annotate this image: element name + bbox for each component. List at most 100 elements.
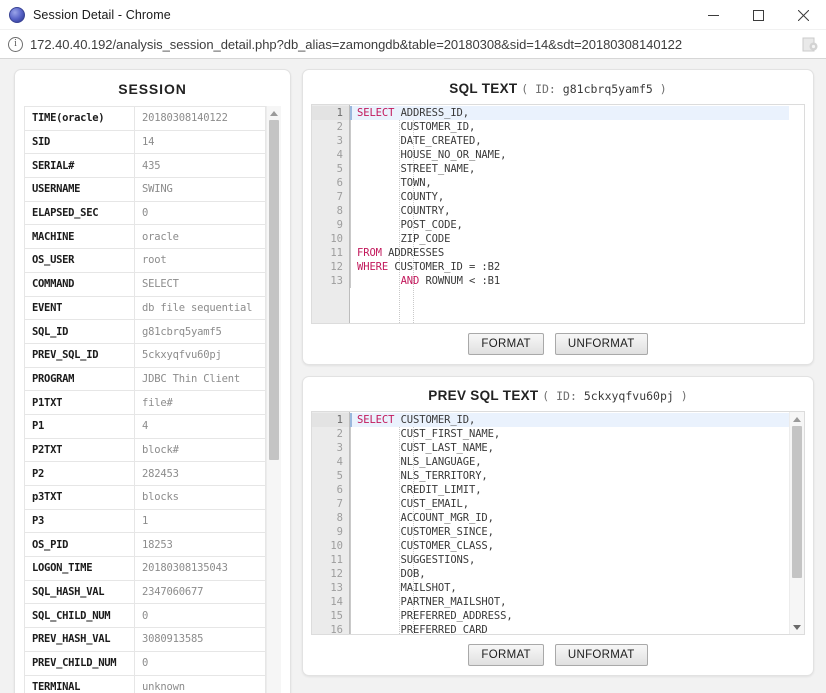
session-row: PREV_CHILD_NUM 0 (24, 650, 266, 676)
prev-scroll-up-icon[interactable] (790, 412, 804, 426)
code-line[interactable]: COUNTY, (350, 190, 789, 204)
code-line[interactable]: CUST_LAST_NAME, (350, 441, 789, 455)
code-line[interactable]: CUST_FIRST_NAME, (350, 427, 789, 441)
sql-text-id-label: ( ID: (521, 82, 556, 96)
minimize-icon[interactable] (691, 0, 736, 30)
session-row-key: ELAPSED_SEC (24, 200, 135, 226)
prev-scroll-down-icon[interactable] (790, 620, 804, 634)
session-row-key: p3TXT (24, 485, 135, 510)
code-line[interactable]: WHERE CUSTOMER_ID = :B2 (350, 260, 789, 274)
session-row-key: COMMAND (24, 271, 135, 297)
window-controls (691, 0, 826, 30)
session-row: ELAPSED_SEC 0 (24, 200, 266, 226)
session-scrollbar[interactable] (266, 106, 281, 693)
session-panel: SESSION TIME(oracle) 20180308140122 SID 14 S… (14, 69, 291, 693)
session-row-key: SQL_ID (24, 319, 135, 344)
session-row-key: P3 (24, 508, 135, 534)
session-row: OS_PID 18253 (24, 532, 266, 558)
line-number: 2 (336, 121, 343, 133)
scroll-up-icon[interactable] (267, 106, 281, 120)
prev-sql-text-code-area[interactable]: 1234567891011121314151617 SELECT CUSTOME… (312, 412, 789, 634)
session-row: SQL_HASH_VAL 2347060677 (24, 579, 266, 605)
session-row-value: 435 (134, 153, 266, 179)
code-line[interactable]: DOB, (350, 567, 789, 581)
session-scroll-thumb[interactable] (269, 120, 279, 460)
prev-sql-text-editor[interactable]: 1234567891011121314151617 SELECT CUSTOME… (311, 411, 805, 635)
code-line[interactable]: SELECT ADDRESS_ID, (350, 106, 789, 120)
sql-text-panel: SQL TEXT ( ID: g81cbrq5yamf5 ) 12 3 4 5 6 7 8 9… (302, 69, 814, 365)
session-row-key: USERNAME (24, 177, 135, 202)
session-row: P2 282453 (24, 461, 266, 486)
code-line[interactable]: HOUSE_NO_OR_NAME, (350, 148, 789, 162)
prev-scroll-track[interactable] (790, 426, 804, 620)
code-line[interactable]: POST_CODE, (350, 218, 789, 232)
session-row: P3 1 (24, 508, 266, 534)
code-line[interactable]: CREDIT_LIMIT, (350, 483, 789, 497)
sql-text-editor[interactable]: 1 2 3 4 5 6 7 8 9 10 11 12 13 SELECT ADDRESS_ID, CUS… (311, 104, 805, 324)
prev-sql-text-format-button[interactable]: FORMAT (468, 644, 544, 666)
code-line[interactable]: ACCOUNT_MGR_ID, (350, 511, 789, 525)
code-line[interactable]: ZIP_CODE (350, 232, 789, 246)
prev-sql-text-id-close: ) (680, 389, 688, 403)
code-line[interactable]: NLS_LANGUAGE, (350, 455, 789, 469)
sql-text-code-area[interactable]: 1 2 3 4 5 6 7 8 9 10 11 12 13 SELECT ADDRESS_ID, CUS… (312, 105, 789, 323)
line-number: 11 (330, 247, 343, 259)
code-line[interactable]: COUNTRY, (350, 204, 789, 218)
line-number: 10 (330, 540, 343, 552)
session-row: PROGRAM JDBC Thin Client (24, 366, 266, 392)
line-number: 1 (312, 413, 349, 427)
code-line[interactable]: AND ROWNUM < :B1 (350, 274, 789, 288)
prev-sql-text-unformat-button[interactable]: UNFORMAT (554, 644, 648, 666)
sql-text-format-button[interactable]: FORMAT (468, 333, 544, 355)
session-row-value: 20180308135043 (134, 556, 266, 581)
prev-scroll-thumb[interactable] (792, 426, 802, 578)
line-number: 5 (336, 470, 343, 482)
session-row-key: P1TXT (24, 390, 135, 415)
code-line[interactable]: TOWN, (350, 176, 789, 190)
code-line[interactable]: PREFERRED_CARD (350, 623, 789, 634)
url-text[interactable]: 172.40.40.192/analysis_session_detail.ph… (30, 37, 682, 52)
line-number: 5 (336, 163, 343, 175)
code-line[interactable]: PARTNER_MAILSHOT, (350, 595, 789, 609)
session-row-value: root (134, 248, 266, 273)
close-icon[interactable] (781, 0, 826, 30)
line-number: 3 (336, 135, 343, 147)
line-number: 7 (336, 498, 343, 510)
code-line[interactable]: STREET_NAME, (350, 162, 789, 176)
prev-sql-text-title-label: PREV SQL TEXT (428, 388, 539, 403)
session-scroll-track[interactable] (267, 120, 281, 693)
page-actions-icon[interactable] (801, 35, 820, 54)
prev-sql-text-scrollbar[interactable] (789, 412, 804, 634)
session-row-value: blocks (134, 485, 266, 510)
session-row: P1 4 (24, 413, 266, 439)
code-line[interactable]: CUST_EMAIL, (350, 497, 789, 511)
session-row: EVENT db file sequential (24, 295, 266, 321)
code-line[interactable]: DATE_CREATED, (350, 134, 789, 148)
code-line[interactable]: FROM ADDRESSES (350, 246, 789, 260)
prev-sql-text-title: PREV SQL TEXT ( ID: 5ckxyqfvu60pj ) (311, 384, 805, 411)
code-line[interactable]: MAILSHOT, (350, 581, 789, 595)
code-line[interactable]: PREFERRED_ADDRESS, (350, 609, 789, 623)
code-line[interactable]: CUSTOMER_ID, (350, 120, 789, 134)
code-line[interactable]: NLS_TERRITORY, (350, 469, 789, 483)
session-row: PREV_SQL_ID 5ckxyqfvu60pj (24, 342, 266, 368)
session-row-key: OS_USER (24, 248, 135, 273)
sql-text-buttons: FORMAT UNFORMAT (311, 324, 805, 355)
prev-sql-text-id-value: 5ckxyqfvu60pj (583, 389, 674, 403)
session-row-value: 282453 (134, 461, 266, 486)
sql-text-scrollbar[interactable] (789, 105, 804, 323)
sql-text-unformat-button[interactable]: UNFORMAT (554, 333, 648, 355)
code-line[interactable]: CUSTOMER_SINCE, (350, 525, 789, 539)
info-icon[interactable]: i (8, 36, 23, 52)
session-row-key: SERIAL# (24, 153, 135, 179)
code-line[interactable]: SUGGESTIONS, (350, 553, 789, 567)
code-line[interactable]: CUSTOMER_CLASS, (350, 539, 789, 553)
page-content: SESSION TIME(oracle) 20180308140122 SID 14 S… (0, 59, 826, 693)
sql-text-code[interactable]: SELECT ADDRESS_ID, CUSTOMER_ID, DATE_CRE… (350, 105, 789, 323)
session-row-key: OS_PID (24, 532, 135, 558)
address-bar[interactable]: i 172.40.40.192/analysis_session_detail.… (0, 30, 826, 59)
sql-text-id-close: ) (659, 82, 667, 96)
prev-sql-text-code[interactable]: SELECT CUSTOMER_ID, CUST_FIRST_NAME, CUS… (350, 412, 789, 634)
code-line[interactable]: SELECT CUSTOMER_ID, (350, 413, 789, 427)
maximize-icon[interactable] (736, 0, 781, 30)
